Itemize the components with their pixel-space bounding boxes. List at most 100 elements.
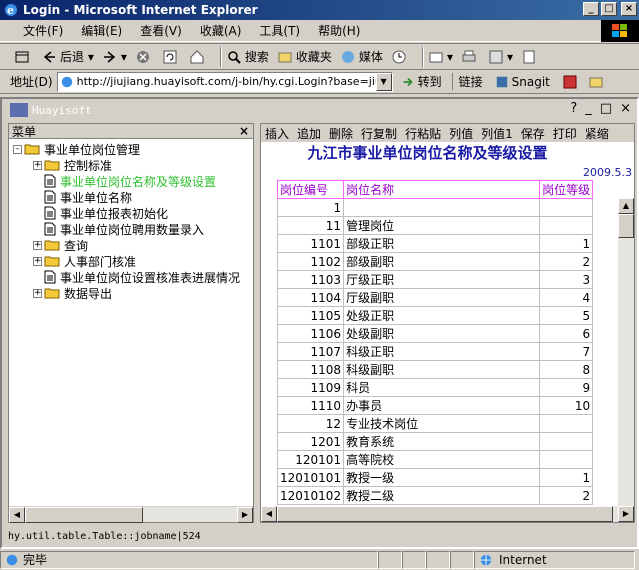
position-name-cell[interactable]: 教授一级 [343, 468, 541, 487]
column-header-name[interactable]: 岗位名称 [343, 180, 541, 199]
position-level-cell[interactable] [539, 216, 594, 235]
report-action-button[interactable]: 追加 [293, 125, 325, 142]
minimize-button[interactable]: _ [583, 2, 599, 16]
position-level-cell[interactable]: 6 [539, 324, 594, 343]
position-name-cell[interactable]: 办事员 [343, 396, 541, 415]
report-action-button[interactable]: 行复制 [357, 125, 401, 142]
discuss-button[interactable] [521, 49, 540, 65]
position-level-cell[interactable] [539, 450, 594, 469]
position-level-cell[interactable]: 2 [539, 252, 594, 271]
links-button[interactable]: 链接 [451, 73, 483, 90]
report-scroll-right-button[interactable]: ▶ [618, 506, 634, 522]
position-level-cell[interactable]: 9 [539, 378, 594, 397]
table-row[interactable]: 1108 科级副职 8 [276, 360, 594, 379]
address-input[interactable]: http://jiujiang.huayisoft.com/j-bin/hy.c… [56, 71, 393, 92]
table-row[interactable]: 12 专业技术岗位 [276, 414, 594, 433]
tree-node[interactable]: 事业单位岗位设置核准表进展情况 [9, 269, 253, 285]
position-level-cell[interactable]: 1 [539, 468, 594, 487]
position-name-cell[interactable]: 专业技术岗位 [343, 414, 541, 433]
position-level-cell[interactable]: 4 [539, 288, 594, 307]
position-name-cell[interactable] [343, 198, 541, 217]
table-row[interactable]: 1 [276, 198, 594, 217]
position-name-cell[interactable]: 教育系统 [343, 432, 541, 451]
position-code-cell[interactable]: 1101 [276, 234, 345, 253]
column-header-level[interactable]: 岗位等级 [539, 180, 594, 199]
scroll-thumb[interactable] [25, 507, 143, 523]
report-action-button[interactable]: 打印 [549, 125, 581, 142]
position-level-cell[interactable]: 7 [539, 342, 594, 361]
position-level-cell[interactable]: 8 [539, 360, 594, 379]
tree-node[interactable]: 事业单位岗位聘用数量录入 [9, 221, 253, 237]
menu-favorites[interactable]: 收藏(A) [191, 22, 251, 39]
position-level-cell[interactable]: 5 [539, 306, 594, 325]
tree-node[interactable]: + 查询 [9, 237, 253, 253]
position-name-cell[interactable]: 管理岗位 [343, 216, 541, 235]
table-row[interactable]: 1105 处级正职 5 [276, 306, 594, 325]
report-action-button[interactable]: 列值 [445, 125, 477, 142]
column-header-code[interactable]: 岗位编号 [276, 180, 345, 199]
position-level-cell[interactable]: 3 [539, 270, 594, 289]
expand-icon[interactable]: + [33, 256, 42, 266]
applet-maximize-button[interactable]: □ [600, 101, 612, 116]
position-level-cell[interactable]: 2 [539, 486, 594, 505]
position-name-cell[interactable]: 厅级正职 [343, 270, 541, 289]
report-action-button[interactable]: 行粘贴 [401, 125, 445, 142]
tree-node[interactable]: 事业单位报表初始化 [9, 205, 253, 221]
position-code-cell[interactable]: 1108 [276, 360, 345, 379]
refresh-button[interactable] [162, 49, 181, 65]
table-row[interactable]: 1102 部级副职 2 [276, 252, 594, 271]
position-code-cell[interactable]: 120101 [276, 450, 345, 469]
position-code-cell[interactable]: 11 [276, 216, 345, 235]
position-code-cell[interactable]: 1 [276, 198, 345, 217]
position-name-cell[interactable]: 科员 [343, 378, 541, 397]
position-name-cell[interactable]: 科级正职 [343, 342, 541, 361]
menu-tools[interactable]: 工具(T) [250, 22, 309, 39]
table-row[interactable]: 1107 科级正职 7 [276, 342, 594, 361]
report-action-button[interactable]: 列值1 [477, 125, 517, 142]
position-code-cell[interactable]: 1110 [276, 396, 345, 415]
position-level-cell[interactable]: 1 [539, 234, 594, 253]
table-row[interactable]: 1101 部级正职 1 [276, 234, 594, 253]
position-code-cell[interactable]: 1104 [276, 288, 345, 307]
table-row[interactable]: 1201 教育系统 [276, 432, 594, 451]
table-row[interactable]: 1103 厅级正职 3 [276, 270, 594, 289]
menu-pane-hscrollbar[interactable]: ◀ ▶ [9, 506, 253, 523]
table-row[interactable]: 1104 厅级副职 4 [276, 288, 594, 307]
report-hscroll-thumb[interactable] [277, 506, 613, 522]
position-code-cell[interactable]: 1103 [276, 270, 345, 289]
menu-edit[interactable]: 编辑(E) [72, 22, 131, 39]
report-action-button[interactable]: 插入 [261, 125, 293, 142]
menu-help[interactable]: 帮助(H) [309, 22, 369, 39]
tree-node[interactable]: 事业单位岗位名称及等级设置 [9, 173, 253, 189]
tree-node[interactable]: - 事业单位岗位管理 [9, 141, 253, 157]
position-level-cell[interactable] [539, 198, 594, 217]
table-row[interactable]: 12010102 教授二级 2 [276, 486, 594, 505]
position-code-cell[interactable]: 1201 [276, 432, 345, 451]
maximize-button[interactable]: □ [601, 2, 617, 16]
table-row[interactable]: 12010101 教授一级 1 [276, 468, 594, 487]
folder-capture-icon[interactable] [588, 74, 604, 90]
capture-icon[interactable] [562, 74, 578, 90]
position-name-cell[interactable]: 教授二级 [343, 486, 541, 505]
position-code-cell[interactable]: 1105 [276, 306, 345, 325]
close-button[interactable]: × [621, 2, 637, 16]
tree-node[interactable]: + 控制标准 [9, 157, 253, 173]
report-action-button[interactable]: 紧缩 [581, 125, 613, 142]
report-action-button[interactable]: 保存 [517, 125, 549, 142]
report-hscrollbar[interactable]: ◀ ▶ [261, 506, 634, 522]
position-code-cell[interactable]: 12010102 [276, 486, 345, 505]
home-button[interactable] [189, 49, 208, 65]
tree-node[interactable]: + 人事部门核准 [9, 253, 253, 269]
address-dropdown-button[interactable]: ▼ [375, 72, 392, 91]
back-button[interactable]: 后退 ▾ [41, 48, 94, 65]
edit-button[interactable]: ▾ [488, 49, 513, 65]
vscroll-thumb[interactable] [618, 214, 634, 238]
mail-button[interactable]: ▾ [428, 49, 453, 65]
position-code-cell[interactable]: 12010101 [276, 468, 345, 487]
applet-minimize-button[interactable]: _ [585, 101, 592, 116]
position-code-cell[interactable]: 1106 [276, 324, 345, 343]
favorites-button[interactable]: 收藏夹 [277, 48, 332, 65]
menu-file[interactable]: 文件(F) [14, 22, 72, 39]
report-vscrollbar[interactable]: ▲ [618, 198, 634, 508]
go-button[interactable]: 转到 [401, 73, 442, 90]
